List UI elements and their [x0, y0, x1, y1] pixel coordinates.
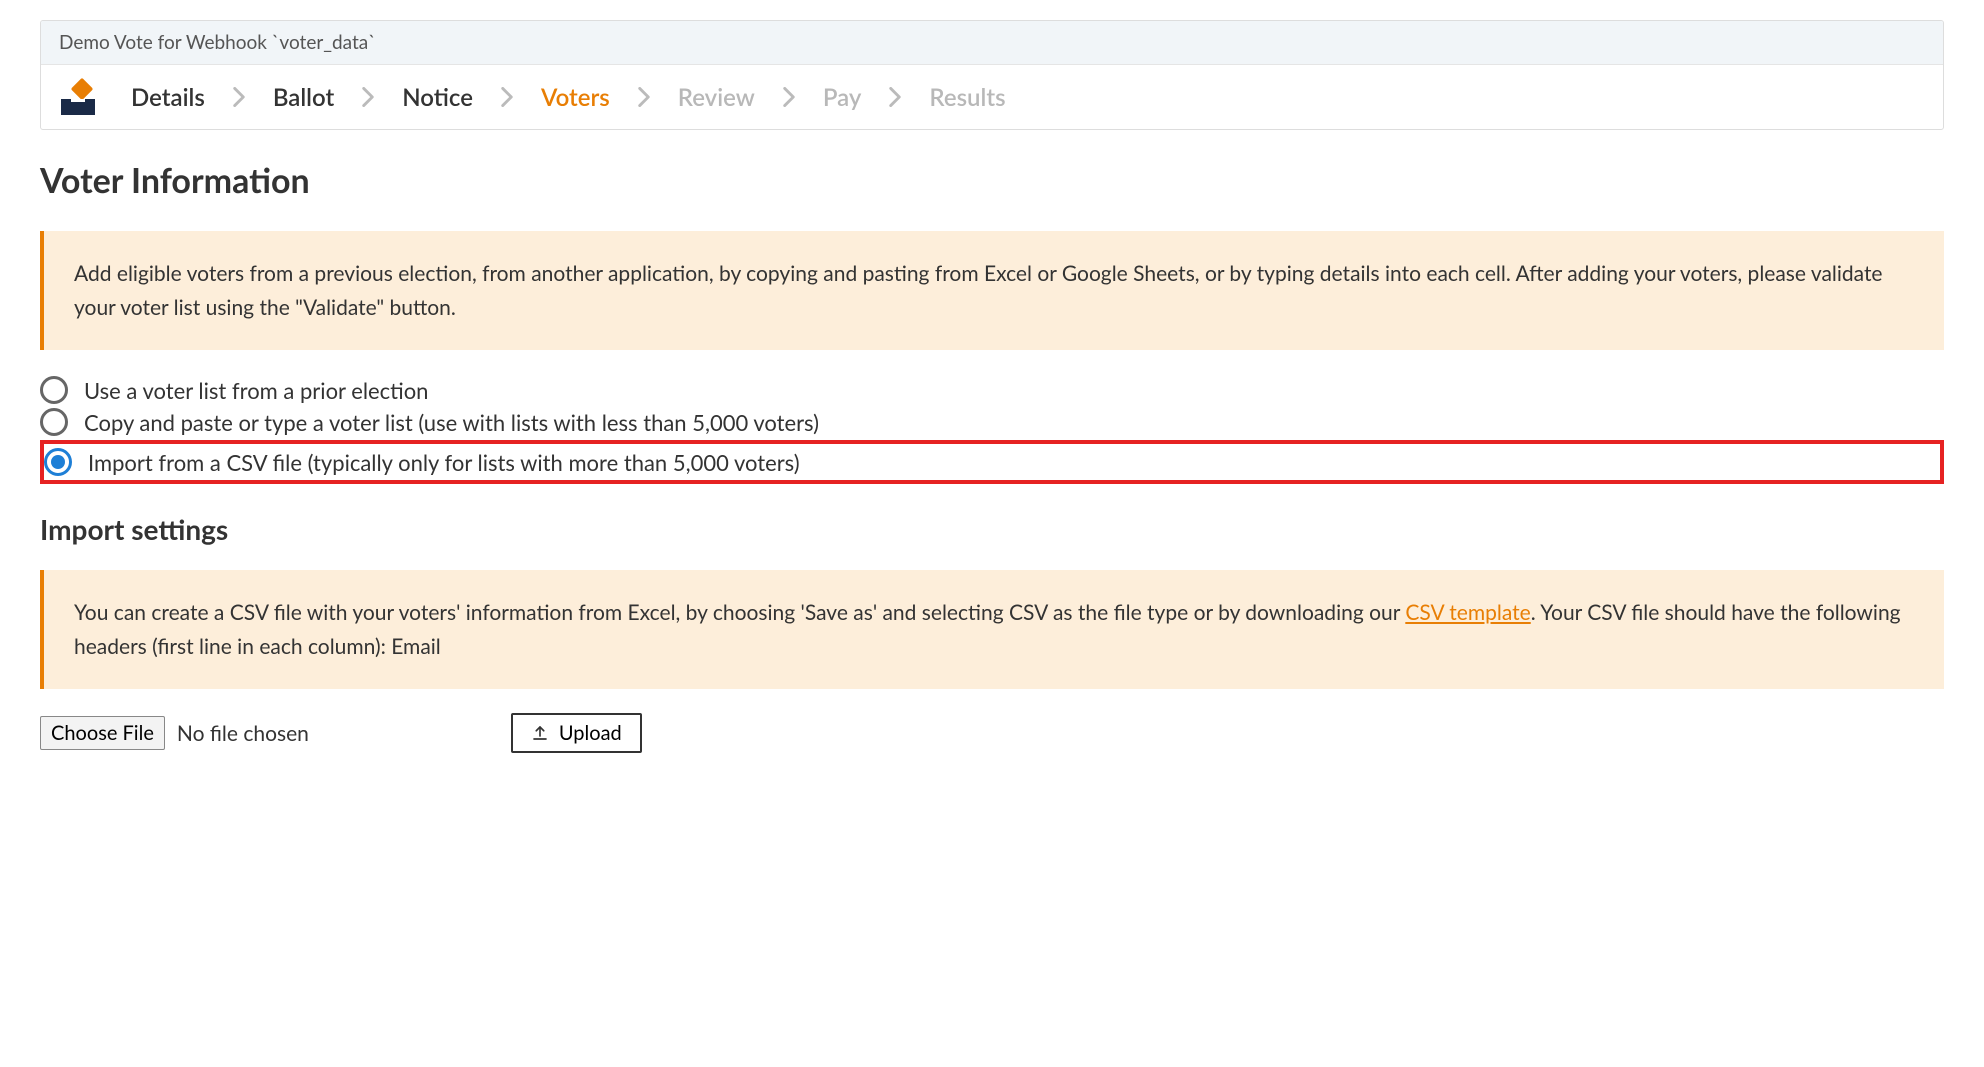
radio-option-2[interactable]: Import from a CSV file (typically only f… — [40, 440, 1944, 484]
step-ballot[interactable]: Ballot — [273, 83, 334, 112]
radio-label: Copy and paste or type a voter list (use… — [84, 409, 819, 436]
file-status-text: No file chosen — [177, 721, 309, 746]
radio-option-0[interactable]: Use a voter list from a prior election — [40, 374, 1944, 406]
card-title: Demo Vote for Webhook `voter_data` — [41, 21, 1943, 65]
section-title: Voter Information — [40, 160, 1944, 201]
upload-icon — [531, 724, 549, 742]
info-text-pre: You can create a CSV file with your vote… — [74, 600, 1405, 625]
radio-option-1[interactable]: Copy and paste or type a voter list (use… — [40, 406, 1944, 438]
radio-indicator — [40, 376, 68, 404]
radio-label: Import from a CSV file (typically only f… — [88, 449, 800, 476]
step-breadcrumb: Details Ballot Notice Voters Review Pay Result… — [41, 65, 1943, 129]
wizard-card: Demo Vote for Webhook `voter_data` Detai… — [40, 20, 1944, 130]
step-voters[interactable]: Voters — [541, 83, 610, 112]
step-results: Results — [929, 83, 1005, 112]
brand-logo-icon — [61, 79, 95, 115]
csv-template-link[interactable]: CSV template — [1405, 600, 1530, 625]
step-notice[interactable]: Notice — [402, 83, 473, 112]
step-pay: Pay — [823, 83, 862, 112]
choose-file-button[interactable]: Choose File — [40, 716, 165, 750]
chevron-right-icon — [501, 87, 513, 107]
upload-button-label: Upload — [559, 721, 622, 745]
upload-button[interactable]: Upload — [511, 713, 642, 753]
chevron-right-icon — [362, 87, 374, 107]
file-upload-row: Choose File No file chosen Upload — [40, 713, 1944, 753]
chevron-right-icon — [889, 87, 901, 107]
voter-source-radio-group: Use a voter list from a prior election Co… — [40, 374, 1944, 484]
chevron-right-icon — [638, 87, 650, 107]
info-box-import: You can create a CSV file with your vote… — [40, 570, 1944, 689]
radio-indicator — [44, 448, 72, 476]
chevron-right-icon — [783, 87, 795, 107]
radio-label: Use a voter list from a prior election — [84, 377, 428, 404]
subsection-title: Import settings — [40, 512, 1944, 546]
step-details[interactable]: Details — [131, 83, 205, 112]
step-review: Review — [678, 83, 755, 112]
chevron-right-icon — [233, 87, 245, 107]
info-box-voter: Add eligible voters from a previous elec… — [40, 231, 1944, 350]
radio-indicator — [40, 408, 68, 436]
